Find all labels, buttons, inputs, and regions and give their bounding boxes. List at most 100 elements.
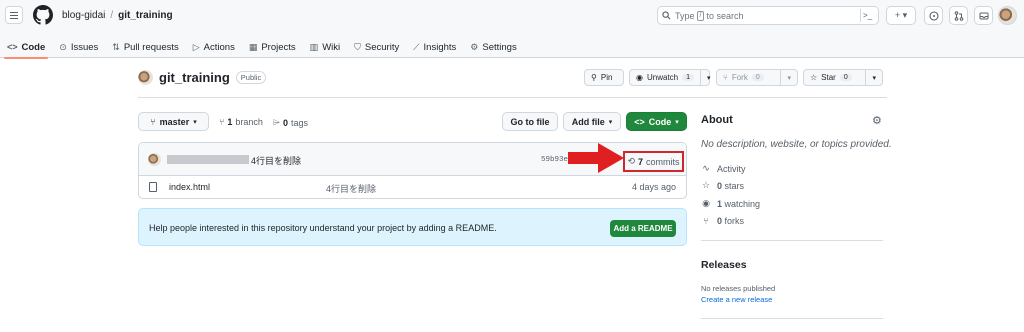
branches-count: 1 [227, 117, 233, 127]
tab-pull-requests[interactable]: ⇅ Pull requests [105, 36, 185, 58]
github-logo-icon[interactable] [33, 5, 53, 25]
issue-icon [928, 10, 939, 21]
tab-security[interactable]: ⛉ Security [347, 36, 406, 58]
stars-link[interactable]: ☆ 0 stars [701, 180, 744, 191]
star-count: 0 [839, 74, 852, 81]
search-placeholder-before: Type [675, 10, 695, 21]
search-input[interactable]: Type / to search >_ [657, 6, 879, 25]
branch-selector[interactable]: ⑂ master ▾ [138, 112, 209, 131]
code-button[interactable]: <> Code ▾ [626, 112, 687, 131]
watch-count: 1 [682, 74, 695, 81]
activity-label: Activity [717, 163, 746, 174]
chevron-down-icon: ▾ [608, 118, 613, 126]
stars-label: stars [724, 180, 745, 191]
code-icon: <> [7, 42, 18, 52]
readme-banner: Help people interested in this repositor… [138, 208, 687, 246]
user-avatar[interactable] [998, 6, 1017, 25]
file-row[interactable]: index.html 4行目を削除 4 days ago [139, 176, 686, 198]
branch-icon: ⑂ [150, 116, 156, 127]
history-icon: ⟲ [627, 156, 636, 166]
add-file-button[interactable]: Add file ▾ [563, 112, 621, 131]
activity-link[interactable]: ∿ Activity [701, 163, 746, 174]
forks-link[interactable]: ⑂ 0 forks [701, 216, 744, 226]
pull-requests-button[interactable] [949, 6, 968, 25]
pull-request-icon [954, 10, 963, 21]
star-button[interactable]: ☆ Star 0 ▾ [803, 69, 883, 86]
branches-link[interactable]: ⑂ 1 branch [219, 117, 263, 127]
about-description: No description, website, or topics provi… [701, 139, 892, 150]
graph-icon: ⟋ [413, 41, 420, 52]
eye-icon: ◉ [636, 73, 643, 82]
file-icon [149, 182, 157, 192]
commit-author-avatar[interactable] [148, 153, 161, 166]
owner-link[interactable]: blog-gidai [62, 10, 105, 21]
issue-icon: ⊙ [59, 41, 67, 52]
tab-projects[interactable]: ▦ Projects [242, 36, 303, 58]
sidebar-divider [701, 240, 883, 241]
tab-insights[interactable]: ⟋ Insights [406, 36, 463, 58]
pulse-icon: ∿ [702, 163, 710, 173]
create-new-button[interactable]: + ▾ [886, 6, 916, 25]
file-commit-message[interactable]: 4行目を削除 [326, 182, 376, 195]
inbox-icon [979, 12, 988, 19]
pin-label: Pin [600, 73, 613, 82]
about-heading: About [701, 114, 733, 126]
inbox-button[interactable] [974, 6, 993, 25]
stars-count: 0 [717, 180, 723, 191]
red-arrow-annotation [568, 143, 624, 173]
file-commit-date: 4 days ago [631, 182, 676, 192]
pin-icon: ⚲ [591, 73, 597, 82]
go-to-file-button[interactable]: Go to file [502, 112, 558, 131]
tab-settings[interactable]: ⚙ Settings [463, 36, 523, 58]
tab-label: Security [364, 41, 400, 53]
shield-icon: ⛉ [354, 41, 361, 52]
create-release-link[interactable]: Create a new release [701, 295, 772, 304]
watching-link[interactable]: ◉ 1 watching [701, 198, 760, 209]
tab-actions[interactable]: ▷ Actions [186, 36, 242, 58]
tab-label: Projects [261, 41, 296, 53]
chevron-down-icon[interactable]: ▾ [865, 70, 882, 85]
watching-count: 1 [717, 198, 723, 209]
gear-icon[interactable]: ⚙ [872, 114, 882, 127]
watching-label: watching [724, 198, 761, 209]
repo-link[interactable]: git_training [118, 10, 172, 21]
tab-label: Settings [482, 41, 517, 53]
star-icon: ☆ [701, 180, 711, 190]
tab-label: Actions [203, 41, 235, 53]
eye-icon: ◉ [702, 198, 710, 208]
issues-button[interactable] [924, 6, 943, 25]
tab-issues[interactable]: ⊙ Issues [52, 36, 105, 58]
branches-label: branch [235, 117, 263, 127]
commits-history-link[interactable]: ⟲ 7 commits [623, 151, 684, 172]
menu-button[interactable] [5, 6, 23, 24]
file-name[interactable]: index.html [169, 182, 210, 192]
tab-wiki[interactable]: ▥ Wiki [303, 36, 347, 58]
owner-avatar [138, 70, 153, 85]
table-icon: ▦ [248, 41, 258, 52]
commits-count: 7 [638, 156, 644, 167]
tags-count: 0 [283, 117, 289, 128]
search-key: / [696, 10, 705, 21]
book-icon: ▥ [309, 41, 319, 52]
chevron-down-icon[interactable]: ▾ [700, 70, 717, 85]
chevron-down-icon[interactable]: ▾ [780, 70, 797, 85]
repo-name[interactable]: git_training [159, 70, 230, 85]
command-palette-icon[interactable]: >_ [860, 9, 874, 22]
add-readme-button[interactable]: Add a README [610, 220, 676, 237]
tab-label: Issues [70, 41, 99, 53]
unwatch-button[interactable]: ◉ Unwatch 1 ▾ [629, 69, 711, 86]
tab-label: Insights [423, 41, 457, 53]
releases-heading[interactable]: Releases [701, 259, 747, 271]
search-placeholder-after: to search [706, 10, 744, 21]
pin-button[interactable]: ⚲ Pin [584, 69, 624, 86]
play-icon: ▷ [192, 41, 200, 52]
repo-title-row: git_training Public [138, 70, 267, 85]
tags-link[interactable]: ⌲ 0 tags [273, 117, 308, 128]
commit-message[interactable]: 4行目を削除 [251, 154, 301, 167]
chevron-down-icon: ▾ [193, 118, 197, 126]
go-to-file-label: Go to file [510, 116, 550, 127]
star-label: Star [821, 73, 836, 82]
fork-label: Fork [731, 73, 748, 82]
tab-code[interactable]: <> Code [0, 36, 52, 59]
fork-button[interactable]: ⑂ Fork 0 ▾ [716, 69, 798, 86]
